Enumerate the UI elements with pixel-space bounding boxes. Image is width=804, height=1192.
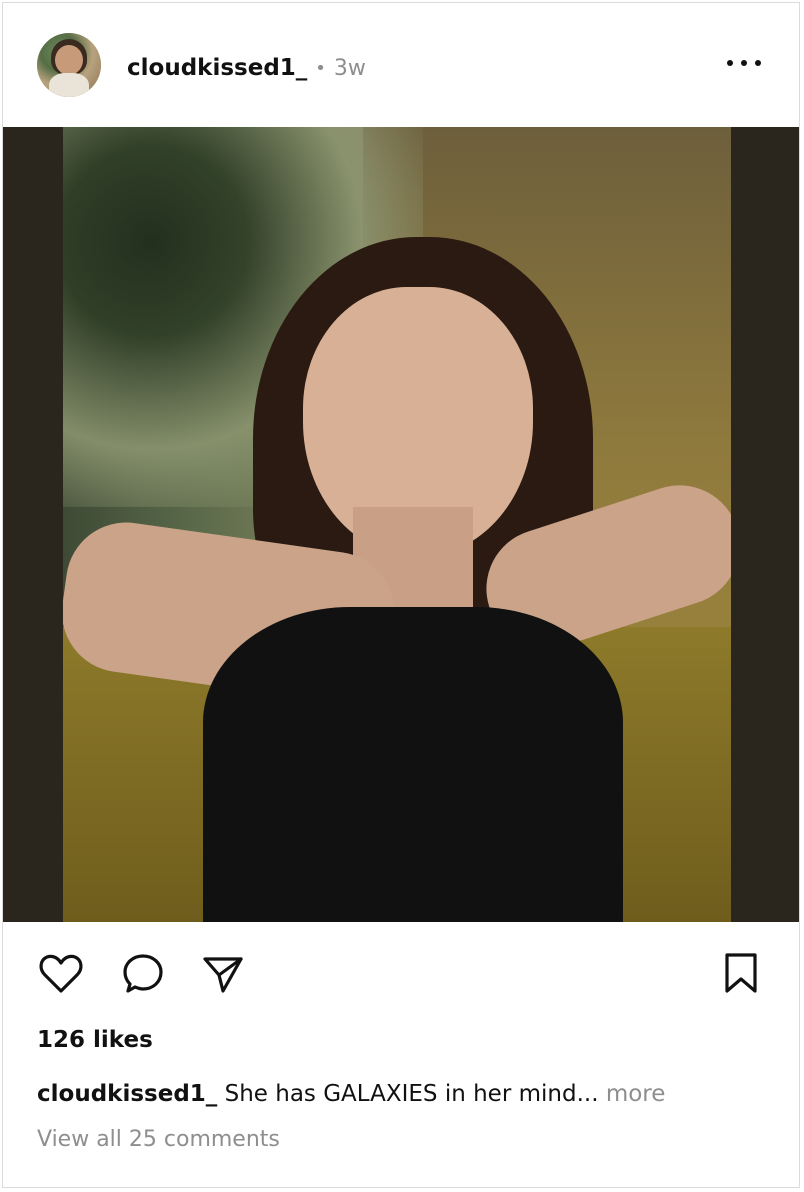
comment-icon[interactable] xyxy=(119,949,167,997)
post-header: cloudkissed1_ • 3w xyxy=(3,3,799,128)
more-horizontal-icon[interactable] xyxy=(727,53,761,73)
post-caption: cloudkissed1_ She has GALAXIES in her mi… xyxy=(37,1081,777,1107)
send-icon[interactable] xyxy=(199,949,247,997)
avatar-face xyxy=(55,45,83,75)
view-comments-link[interactable]: View all 25 comments xyxy=(37,1127,280,1152)
post-photo[interactable] xyxy=(3,127,799,922)
caption-more-link[interactable]: more xyxy=(606,1081,666,1107)
bookmark-icon[interactable] xyxy=(717,949,765,997)
caption-username[interactable]: cloudkissed1_ xyxy=(37,1081,217,1107)
more-dot xyxy=(727,60,733,66)
photo-content xyxy=(63,127,731,922)
more-dot xyxy=(755,60,761,66)
avatar-body xyxy=(49,73,89,97)
likes-count[interactable]: 126 likes xyxy=(37,1027,153,1053)
meta-separator: • xyxy=(315,57,326,79)
avatar[interactable] xyxy=(37,33,101,97)
caption-text: She has GALAXIES in her mind... xyxy=(224,1081,599,1107)
post-time[interactable]: 3w xyxy=(334,56,366,81)
post-actions xyxy=(3,923,799,1033)
photo-top xyxy=(203,607,623,922)
heart-icon[interactable] xyxy=(37,949,85,997)
more-dot xyxy=(741,60,747,66)
post-username[interactable]: cloudkissed1_ xyxy=(127,55,307,81)
post-meta: cloudkissed1_ • 3w xyxy=(127,51,366,85)
post-card: cloudkissed1_ • 3w 126 likes cloudkissed… xyxy=(2,2,800,1188)
